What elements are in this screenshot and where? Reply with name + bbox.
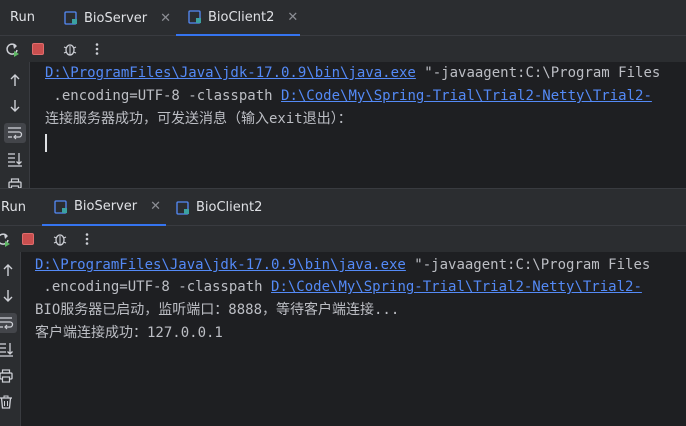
- bottom-run-panel: Run BioServer ✕ BioClient2 D:\ProgramFil…: [0, 189, 686, 426]
- close-icon[interactable]: ✕: [150, 200, 161, 213]
- bug-icon[interactable]: [51, 230, 69, 248]
- bottom-console-toolbar: [0, 226, 686, 252]
- classpath-link[interactable]: D:\Code\My\Spring-Trial\Trial2-Netty\Tri…: [271, 279, 642, 295]
- arrow-down-icon[interactable]: [4, 96, 26, 116]
- scroll-to-end-icon[interactable]: [4, 149, 26, 169]
- java-args-text: "-javaagent:C:\Program Files: [415, 65, 661, 81]
- top-console-toolbar: [0, 36, 686, 62]
- tab-label: BioServer: [74, 199, 138, 214]
- console-line: .encoding=UTF-8 -classpath D:\Code\My\Sp…: [35, 277, 642, 297]
- top-tab-bar: Run BioServer ✕ BioClient2 ✕: [0, 0, 686, 36]
- bottom-console-gutter: [0, 252, 21, 426]
- encoding-text: .encoding=UTF-8 -classpath: [45, 88, 282, 104]
- soft-wrap-icon[interactable]: [4, 123, 26, 143]
- more-icon[interactable]: [78, 230, 96, 248]
- run-panel-title: Run: [10, 10, 35, 25]
- console-line: 客户端连接成功：127.0.0.1: [35, 323, 223, 343]
- classpath-link[interactable]: D:\Code\My\Spring-Trial\Trial2-Netty\Tri…: [281, 88, 652, 104]
- soft-wrap-icon[interactable]: [0, 313, 17, 333]
- console-line: BIO服务器已启动，监听端口：8888，等待客户端连接...: [35, 300, 399, 320]
- close-icon[interactable]: ✕: [160, 12, 171, 25]
- console-line: 连接服务器成功，可发送消息（输入exit退出）：: [45, 109, 352, 129]
- tab-bioclient2[interactable]: BioClient2 ✕: [176, 0, 300, 36]
- print-icon[interactable]: [0, 366, 17, 386]
- tab-label: BioClient2: [196, 200, 263, 215]
- java-path-link[interactable]: D:\ProgramFiles\Java\jdk-17.0.9\bin\java…: [45, 65, 416, 81]
- console-line: D:\ProgramFiles\Java\jdk-17.0.9\bin\java…: [35, 255, 650, 275]
- java-args-text: "-javaagent:C:\Program Files: [405, 257, 651, 273]
- stop-icon[interactable]: [29, 40, 47, 58]
- run-panel-title: Run: [1, 200, 26, 215]
- print-icon[interactable]: [4, 175, 26, 188]
- arrow-up-icon[interactable]: [4, 70, 26, 90]
- trash-icon[interactable]: [0, 392, 17, 412]
- tab-bioclient2[interactable]: BioClient2: [176, 189, 286, 226]
- top-run-panel: Run BioServer ✕ BioClient2 ✕ D:\ProgramF…: [0, 0, 686, 188]
- java-class-icon: [176, 200, 190, 215]
- text-caret: [45, 134, 47, 152]
- server-started-message: BIO服务器已启动，监听端口：8888，等待客户端连接...: [35, 302, 400, 318]
- console-line: .encoding=UTF-8 -classpath D:\Code\My\Sp…: [45, 86, 652, 106]
- client-connected-message: 客户端连接成功：127.0.0.1: [35, 325, 223, 341]
- tab-bioserver[interactable]: BioServer ✕: [64, 0, 174, 36]
- rerun-icon[interactable]: [0, 230, 12, 248]
- bottom-console-output[interactable]: D:\ProgramFiles\Java\jdk-17.0.9\bin\java…: [35, 255, 686, 426]
- arrow-down-icon[interactable]: [0, 286, 19, 306]
- bug-icon[interactable]: [61, 40, 79, 58]
- java-class-icon: [188, 10, 202, 24]
- close-icon[interactable]: ✕: [287, 11, 298, 24]
- scroll-to-end-icon[interactable]: [0, 339, 17, 359]
- console-line: D:\ProgramFiles\Java\jdk-17.0.9\bin\java…: [45, 63, 660, 83]
- top-console-output[interactable]: D:\ProgramFiles\Java\jdk-17.0.9\bin\java…: [45, 63, 686, 188]
- encoding-text: .encoding=UTF-8 -classpath: [35, 279, 272, 295]
- bottom-tab-bar: Run BioServer ✕ BioClient2: [0, 189, 686, 226]
- top-console-gutter: [0, 62, 30, 188]
- more-icon[interactable]: [88, 40, 106, 58]
- java-class-icon: [54, 199, 68, 214]
- rerun-icon[interactable]: [3, 40, 21, 58]
- java-class-icon: [64, 11, 78, 25]
- tab-label: BioServer: [84, 10, 148, 26]
- tab-bioserver[interactable]: BioServer ✕: [42, 189, 166, 226]
- connect-message: 连接服务器成功，可发送消息（输入exit退出）：: [45, 111, 352, 127]
- stop-icon[interactable]: [19, 230, 37, 248]
- tab-label: BioClient2: [208, 9, 275, 25]
- arrow-up-icon[interactable]: [0, 260, 19, 280]
- java-path-link[interactable]: D:\ProgramFiles\Java\jdk-17.0.9\bin\java…: [35, 257, 406, 273]
